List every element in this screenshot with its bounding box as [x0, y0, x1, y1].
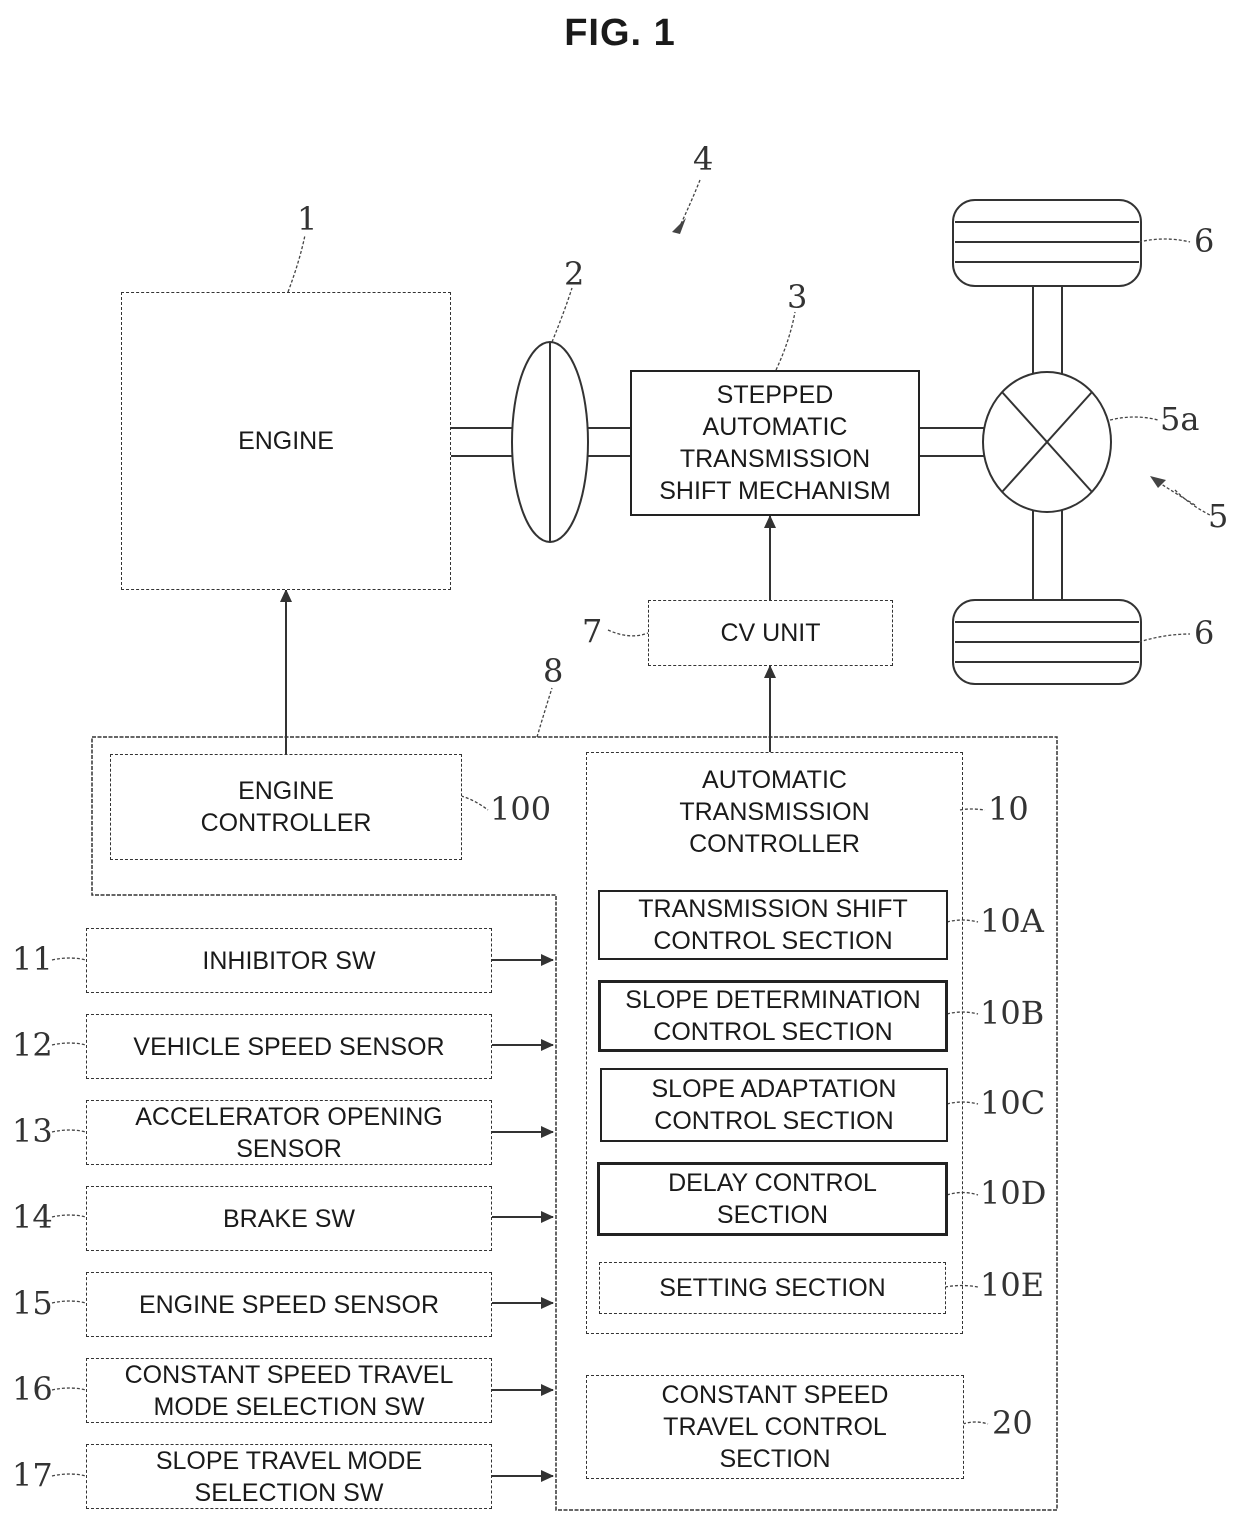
- cv-unit-block: CV UNIT: [648, 600, 893, 666]
- engine-label: ENGINE: [238, 427, 334, 455]
- shaft-transmission-to-differential: [918, 427, 985, 457]
- torque-converter-ref: 2: [564, 255, 585, 293]
- cv-unit-label: CV UNIT: [720, 619, 821, 647]
- section-label: TRANSMISSION SHIFT CONTROL SECTION: [638, 895, 908, 955]
- at-controller-ref: 10: [988, 790, 1029, 828]
- engine-controller-ref: 100: [490, 790, 552, 828]
- wheel-lower-ref: 6: [1194, 614, 1215, 652]
- input-13: ACCELERATOR OPENING SENSOR: [86, 1100, 492, 1165]
- shaft-converter-to-transmission: [588, 427, 631, 457]
- input-ref: 14: [12, 1198, 53, 1236]
- input-label: ENGINE SPEED SENSOR: [138, 1290, 440, 1319]
- input-ref: 17: [12, 1456, 53, 1494]
- wheel-lower: [952, 599, 1142, 685]
- engine-controller-label: ENGINE CONTROLLER: [200, 777, 372, 837]
- input-label: SLOPE TRAVEL MODE SELECTION SW: [155, 1446, 423, 1507]
- section-label: SETTING SECTION: [659, 1274, 886, 1302]
- input-ref: 15: [12, 1284, 53, 1322]
- section-10a: TRANSMISSION SHIFT CONTROL SECTION: [598, 890, 948, 960]
- input-14: BRAKE SW: [86, 1186, 492, 1251]
- input-ref: 12: [12, 1026, 53, 1064]
- at-controller-label: AUTOMATIC TRANSMISSION CONTROLLER: [679, 766, 870, 858]
- section-ref: 10E: [980, 1266, 1045, 1304]
- axle-lower: [1032, 510, 1063, 600]
- input-arrows: [491, 954, 554, 1482]
- cv-unit-ref: 7: [582, 612, 603, 650]
- wheel-upper: [952, 199, 1142, 287]
- input-label: ACCELERATOR OPENING SENSOR: [135, 1102, 443, 1163]
- section-10b: SLOPE DETERMINATION CONTROL SECTION: [598, 980, 948, 1052]
- constant-speed-control-label: CONSTANT SPEED TRAVEL CONTROL SECTION: [661, 1381, 889, 1473]
- transmission-label: STEPPED AUTOMATIC TRANSMISSION SHIFT MEC…: [659, 381, 891, 505]
- controller-unit-ref: 8: [543, 652, 564, 690]
- section-label: DELAY CONTROL SECTION: [668, 1169, 877, 1229]
- transmission-ref: 3: [787, 278, 808, 316]
- constant-speed-control-ref: 20: [992, 1404, 1033, 1442]
- input-label: VEHICLE SPEED SENSOR: [133, 1032, 445, 1061]
- powertrain-ref: 4: [693, 140, 714, 178]
- section-label: SLOPE DETERMINATION CONTROL SECTION: [625, 986, 921, 1046]
- input-11: INHIBITOR SW: [86, 928, 492, 993]
- torque-converter-shape: [511, 341, 589, 543]
- engine-block: ENGINE: [121, 292, 451, 590]
- section-ref: 10D: [980, 1174, 1047, 1212]
- section-label: SLOPE ADAPTATION CONTROL SECTION: [651, 1075, 897, 1135]
- figure-title: FIG. 1: [564, 12, 676, 54]
- input-label: CONSTANT SPEED TRAVEL MODE SELECTION SW: [124, 1360, 454, 1421]
- differential-shape: [982, 371, 1112, 513]
- input-label: BRAKE SW: [223, 1204, 355, 1233]
- section-10c: SLOPE ADAPTATION CONTROL SECTION: [600, 1068, 948, 1142]
- input-ref: 13: [12, 1112, 53, 1150]
- differential-ref: 5a: [1160, 400, 1200, 438]
- engine-ref: 1: [297, 200, 318, 238]
- input-16: CONSTANT SPEED TRAVEL MODE SELECTION SW: [86, 1358, 492, 1423]
- wheel-upper-ref: 6: [1194, 222, 1215, 260]
- final-drive-ref: 5: [1208, 497, 1229, 535]
- section-10e: SETTING SECTION: [599, 1262, 946, 1314]
- section-10d: DELAY CONTROL SECTION: [597, 1162, 948, 1236]
- constant-speed-control-block: CONSTANT SPEED TRAVEL CONTROL SECTION: [586, 1375, 964, 1479]
- input-ref: 11: [12, 940, 53, 978]
- input-15: ENGINE SPEED SENSOR: [86, 1272, 492, 1337]
- axle-upper: [1032, 285, 1063, 375]
- section-ref: 10C: [980, 1084, 1046, 1122]
- shaft-engine-to-converter: [450, 427, 515, 457]
- input-12: VEHICLE SPEED SENSOR: [86, 1014, 492, 1079]
- engine-controller-block: ENGINE CONTROLLER: [110, 754, 462, 860]
- input-label: INHIBITOR SW: [202, 946, 376, 975]
- input-ref: 16: [12, 1370, 53, 1408]
- transmission-block: STEPPED AUTOMATIC TRANSMISSION SHIFT MEC…: [630, 370, 920, 516]
- section-ref: 10B: [980, 994, 1045, 1032]
- section-ref: 10A: [980, 902, 1044, 940]
- input-17: SLOPE TRAVEL MODE SELECTION SW: [86, 1444, 492, 1509]
